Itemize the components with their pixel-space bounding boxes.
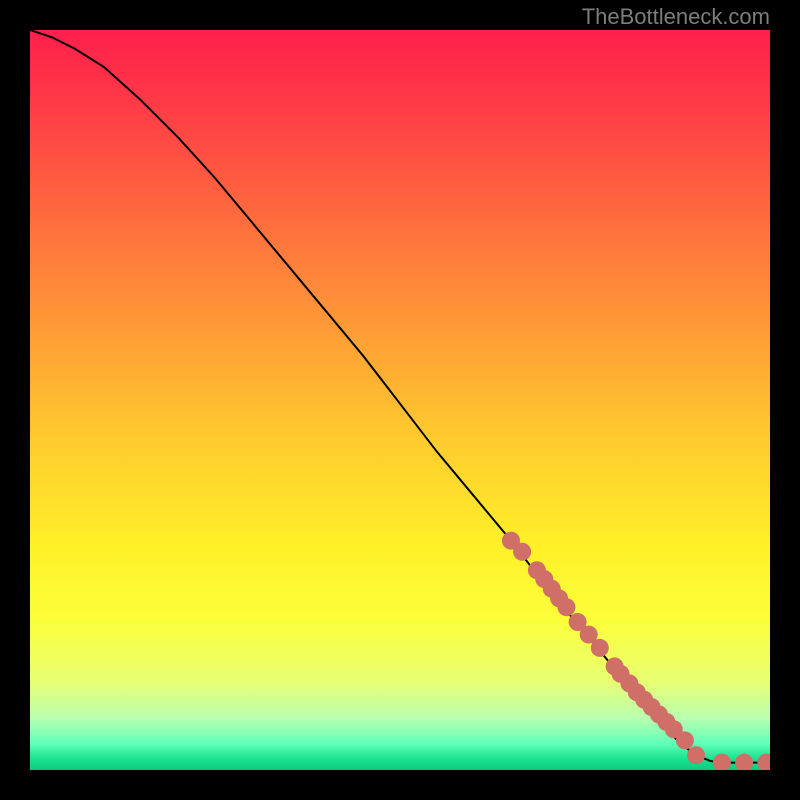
bottleneck-chart (30, 30, 770, 770)
data-marker (513, 543, 531, 561)
attribution-label: TheBottleneck.com (582, 4, 770, 30)
plot-area (30, 30, 770, 770)
gradient-background (30, 30, 770, 770)
data-marker (558, 598, 576, 616)
data-marker (687, 746, 705, 764)
chart-frame: TheBottleneck.com (0, 0, 800, 800)
data-marker (676, 731, 694, 749)
data-marker (591, 639, 609, 657)
